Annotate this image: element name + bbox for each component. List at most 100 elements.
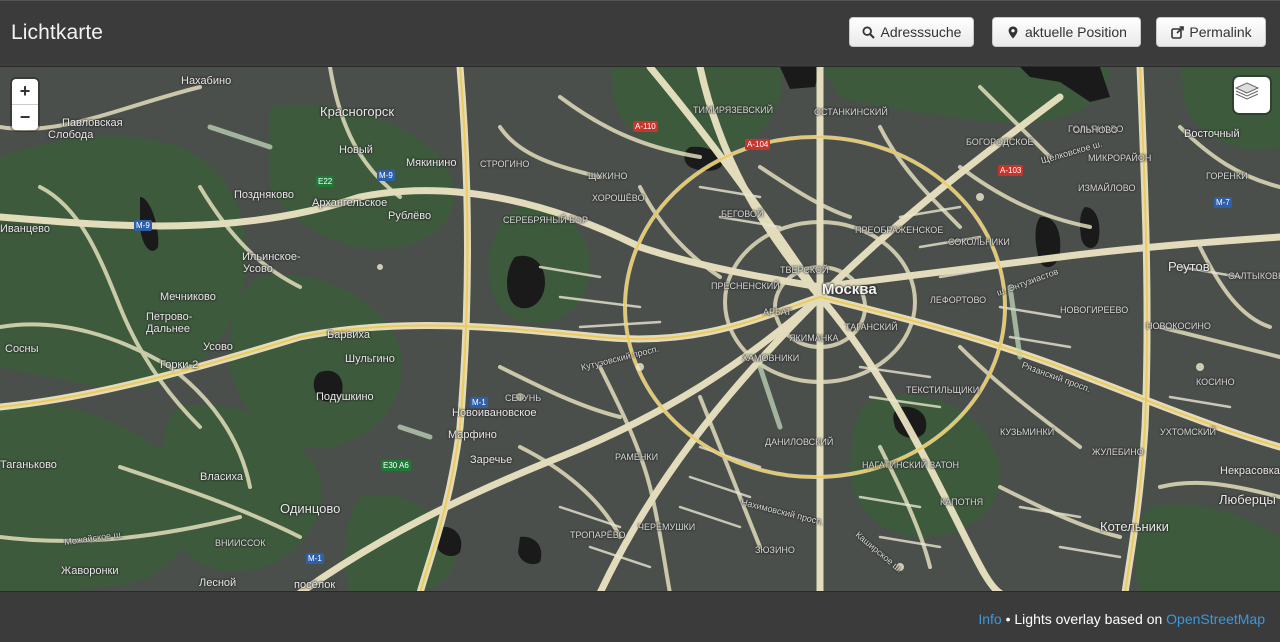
map-label-strogino: СТРОГИНО — [480, 159, 530, 169]
map-label-novoivankovskoe: Новоивановское — [452, 407, 537, 419]
map-label-sosny: Сосны — [5, 343, 39, 355]
map-label-ramenki: РАМЕНКИ — [615, 452, 659, 462]
road-shield-m7: M-7 — [1214, 197, 1232, 208]
map-label-zhulebino: ЖУЛЕБИНО — [1092, 447, 1144, 457]
top-navbar: Lichtkarte Adresssuche aktuelle Position… — [0, 0, 1280, 64]
map-label-novy: Новый — [339, 144, 373, 156]
footer-bar: Info • Lights overlay based on OpenStree… — [0, 592, 1280, 642]
map-label-novokosino: НОВОКОСИНО — [1146, 321, 1211, 331]
share-icon — [1170, 25, 1184, 39]
map-label-kosino: КОСИНО — [1196, 377, 1235, 387]
map-label-ivantsevo: Иванцево — [0, 223, 50, 235]
road-shield-m9-west: M-9 — [134, 220, 152, 231]
map-label-arbat: АРБАТ — [763, 307, 792, 317]
map-label-bogorodskoe: БОГОРОДСКОЕ — [966, 137, 1034, 147]
current-position-button[interactable]: aktuelle Position — [992, 17, 1141, 47]
map-label-nakhabino: Нахабино — [181, 75, 232, 87]
map-label-sloboda: Слобода — [48, 129, 94, 141]
map-label-moskva: Москва — [822, 281, 877, 298]
map-label-preobrazhenskoe: ПРЕОБРАЖЕНСКОЕ — [855, 225, 944, 235]
map-label-vniissok: ВНИИССОК — [215, 538, 266, 548]
zoom-out-button[interactable]: − — [12, 104, 38, 130]
map-label-odintsovo: Одинцово — [280, 501, 341, 516]
map-marker-icon — [1006, 25, 1020, 39]
map-label-krasnogorsk: Красногорск — [320, 104, 395, 119]
road-shield-m1-west: M-1 — [306, 553, 324, 564]
map-label-nekrasovka: Некрасовка — [1220, 465, 1280, 477]
road-shield-e22: E22 — [316, 176, 335, 187]
map-label-poselok: посёлок — [294, 579, 336, 591]
map-label-lyubertsy: Люберцы — [1219, 492, 1276, 507]
layers-control-button[interactable] — [1234, 77, 1270, 113]
info-link[interactable]: Info — [978, 611, 1001, 627]
map-label-marfino: Марфино — [448, 429, 497, 441]
address-search-label: Adresssuche — [880, 24, 962, 40]
attribution-separator: • — [1001, 611, 1015, 627]
map-label-setun: СЕТУНЬ — [505, 393, 542, 403]
map-label-zhavoronki: Жаворонки — [61, 565, 119, 577]
map-label-troparevo: ТРОПАРЁВО — [570, 530, 626, 540]
road-shield-a110: A-110 — [633, 121, 658, 132]
permalink-button[interactable]: Permalink — [1156, 17, 1266, 47]
map-label-nagatinsky: НАГАТИНСКИЙ ЗАТОН — [862, 460, 960, 470]
zoom-control: + − — [12, 79, 38, 130]
map-label-vostochny: Восточный — [1184, 128, 1240, 140]
light-map[interactable]: Москва Красногорск Одинцово Реутов Любер… — [0, 66, 1280, 592]
map-label-taganykovo: Таганьково — [0, 459, 57, 471]
map-label-lefortovo: ЛЕФОРТОВО — [930, 295, 987, 305]
map-label-novogireevo: НОВОГИРЕЕВО — [1060, 305, 1129, 315]
map-label-zarechye: Заречье — [470, 454, 513, 466]
zoom-in-button[interactable]: + — [12, 79, 38, 104]
map-label-timiryazevsky: ТИМИРЯЗЕВСКИЙ — [693, 105, 774, 115]
app-brand[interactable]: Lichtkarte — [11, 21, 103, 45]
search-icon — [862, 25, 876, 39]
map-label-gorenki: ГОРЕНКИ — [1206, 171, 1248, 181]
map-label-tagansky: ТАГАНСКИЙ — [845, 322, 898, 332]
map-label-arkhangelskoe: Архангельское — [312, 197, 388, 209]
map-label-khoroshevo: ХОРОШЁВО — [592, 193, 645, 203]
map-label-izmaylovo: ИЗМАЙЛОВО — [1078, 183, 1136, 193]
map-label-cheremushki: ЧЕРЁМУШКИ — [638, 522, 696, 532]
map-label-shulgino: Шульгино — [345, 353, 395, 365]
map-label-podushkino: Подушкино — [316, 391, 374, 403]
map-label-presnensky: ПРЕСНЕНСКИЙ — [711, 281, 780, 291]
map-label-tverskoy: ТВЕРСКОЙ — [780, 265, 829, 275]
map-label-yakimanka: ЯКИМАНКА — [789, 333, 839, 343]
map-label-zyuzino: ЗЮЗИНО — [755, 545, 795, 555]
map-label-dalnee: Дальнее — [146, 323, 191, 335]
openstreetmap-link[interactable]: OpenStreetMap — [1166, 611, 1265, 627]
map-label-serebryany-bor: СЕРЕБРЯНЫЙ БОР — [503, 215, 588, 225]
map-label-gorki2: Горки-2 — [160, 359, 199, 371]
map-label-olnovo: ОЛЬНОВО — [1073, 125, 1118, 135]
map-label-danilovsky: ДАНИЛОВСКИЙ — [765, 437, 834, 447]
road-shield-m9: M-9 — [377, 170, 395, 181]
road-shield-m1: M-1 — [470, 397, 488, 408]
map-label-kotelniki: Котельники — [1100, 519, 1169, 534]
map-label-barvikha: Барвиха — [327, 329, 370, 341]
map-label-khamovniki: ХАМОВНИКИ — [742, 353, 800, 363]
road-shield-a103: A-103 — [998, 165, 1024, 176]
map-label-ostankinsky: ОСТАНКИНСКИЙ — [814, 107, 888, 117]
current-position-label: aktuelle Position — [1025, 24, 1127, 40]
map-label-kuzminki: КУЗЬМИНКИ — [1000, 427, 1055, 437]
map-label-petrovo: Петрово- — [146, 311, 193, 323]
map-label-usovo1: Усово — [243, 263, 273, 275]
map-label-ilinskoe: Ильинское- — [242, 251, 301, 263]
address-search-button[interactable]: Adresssuche — [849, 17, 974, 47]
map-label-kapotnya: КАПОТНЯ — [940, 497, 984, 507]
map-label-rublevo: Рублёво — [388, 210, 432, 222]
map-label-sokolniki: СОКОЛЬНИКИ — [948, 237, 1010, 247]
road-shield-a104: A-104 — [745, 139, 771, 150]
attribution-text: Lights overlay based on — [1014, 611, 1167, 627]
map-label-shchukino: ЩУКИНО — [588, 171, 628, 181]
map-label-pozdnyakovo: Поздняково — [234, 189, 295, 201]
map-label-mkr: МИКРОРАЙОН — [1088, 153, 1152, 163]
map-label-lesnoy: Лесной — [199, 577, 237, 589]
map-label-reutov: Реутов — [1168, 259, 1210, 274]
map-label-tekstilshchiki: ТЕКСТИЛЬЩИКИ — [906, 385, 980, 395]
map-label-usovo2: Усово — [203, 341, 233, 353]
map-label-mechnikovo: Мечниково — [160, 291, 216, 303]
map-label-pavlovskaya: Павловская — [62, 117, 123, 129]
permalink-label: Permalink — [1189, 24, 1252, 40]
map-label-begovoy: БЕГОВОЙ — [721, 209, 764, 219]
